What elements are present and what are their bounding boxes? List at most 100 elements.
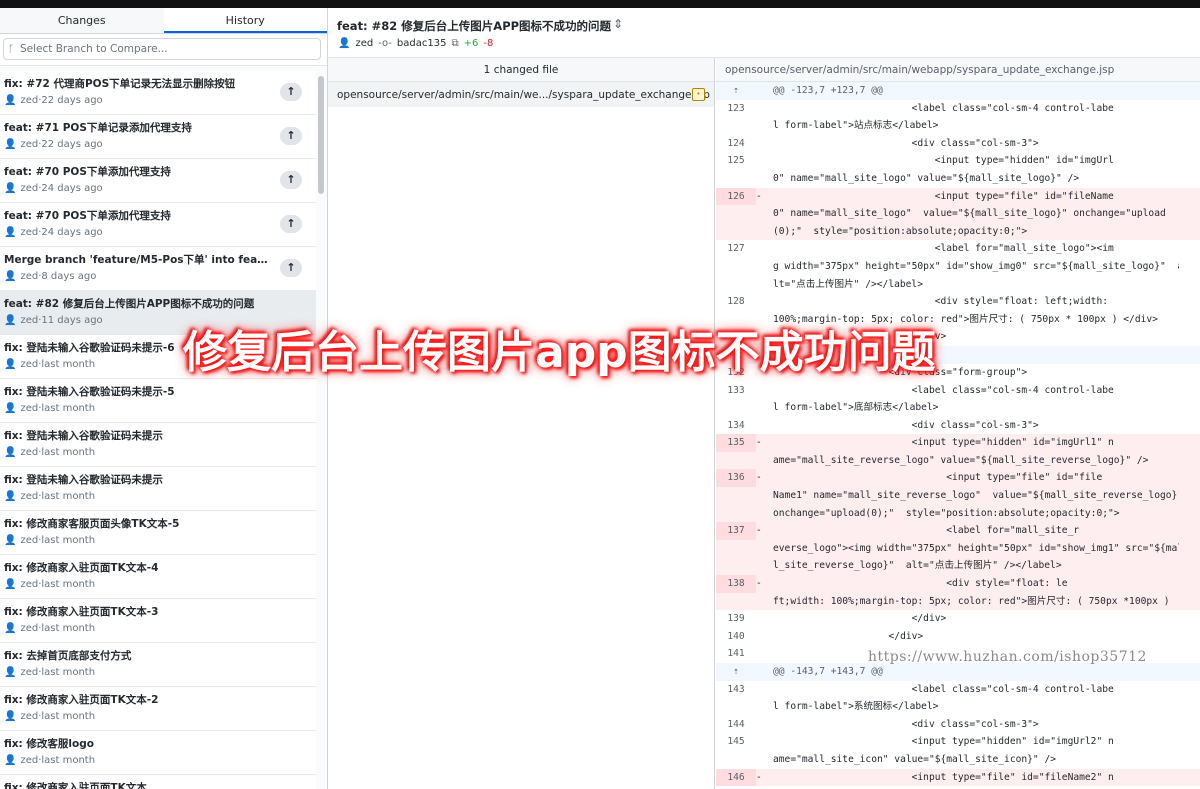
line-number: 146 xyxy=(716,768,756,787)
commit-row[interactable]: fix: 登陆未输入谷歌验证码未提示 👤 zed · last month xyxy=(0,467,316,511)
diff-line-deleted: 0" name="mall_site_logo" value="${mall_s… xyxy=(716,205,1200,223)
commit-row-meta: 👤 zed · 8 days ago xyxy=(4,271,316,282)
diff-gutter xyxy=(1179,610,1199,628)
diff-gutter xyxy=(1179,487,1199,505)
diff-marker xyxy=(756,117,773,135)
commit-row-title: fix: 修改商家入驻页面TK文本-4 xyxy=(4,562,159,574)
commit-row-author: zed xyxy=(20,95,39,106)
copy-icon[interactable]: ⧉ xyxy=(451,38,458,49)
diff-hunk-header: ⇡ @@ -143,7 +143,7 @@ xyxy=(716,663,1200,681)
diff-gutter xyxy=(1179,240,1199,258)
commit-row-meta: 👤 zed · 24 days ago xyxy=(4,183,316,194)
diff-gutter xyxy=(1179,452,1199,470)
diff-marker xyxy=(756,593,773,611)
diff-code: <label class="col-sm-4 control-labe xyxy=(773,102,1114,114)
commit-row-title: feat: #70 POS下单添加代理支持 xyxy=(4,210,171,222)
commit-row-time: 11 days ago xyxy=(41,315,103,326)
commit-row-time: last month xyxy=(41,535,96,546)
diff-line-deleted: 135- <input type="hidden" id="imgUrl1" n xyxy=(716,434,1200,452)
diff-marker: - xyxy=(756,437,762,449)
push-arrow-icon[interactable]: ↑ xyxy=(280,215,302,233)
diff-marker xyxy=(756,505,773,523)
diff-line: 124 <div class="col-sm-3"> xyxy=(716,135,1200,153)
diff-line-deleted: onchange="upload(0);" style="position:ab… xyxy=(716,504,1200,523)
line-number: 128 xyxy=(727,296,745,308)
changed-file-row[interactable]: opensource/server/admin/src/main/we.../s… xyxy=(328,82,714,107)
diff-marker xyxy=(756,399,773,417)
commit-row[interactable]: fix: 修改商家入驻页面TK文本-2 👤 zed · last month xyxy=(0,687,316,731)
commit-icon: -o- xyxy=(378,38,392,49)
commit-row[interactable]: fix: 修改客服logo 👤 zed · last month xyxy=(0,731,316,775)
commit-row[interactable]: fix: 去掉首页底部支付方式 👤 zed · last month xyxy=(0,643,316,687)
diff-line: 143 <label class="col-sm-4 control-labe xyxy=(716,681,1200,699)
diff-gutter xyxy=(1179,117,1199,135)
push-arrow-icon[interactable]: ↑ xyxy=(280,259,302,277)
diff-marker xyxy=(756,100,773,118)
diff-marker xyxy=(756,240,773,258)
commit-row[interactable]: Merge branch 'feature/M5-Pos下单' into fea… xyxy=(0,247,316,291)
diff-code: <div class="col-sm-3"> xyxy=(773,419,1039,431)
expand-hunk-icon[interactable]: ⇡ xyxy=(716,663,756,681)
commit-row-time: last month xyxy=(41,623,96,634)
diff-marker: - xyxy=(756,472,762,484)
expand-hunk-icon[interactable]: ⇡ xyxy=(716,82,756,100)
commit-row[interactable]: fix: 修改商家入驻页面TK文本-4 👤 zed · last month xyxy=(0,555,316,599)
person-icon: 👤 xyxy=(4,315,17,326)
person-icon: 👤 xyxy=(4,183,17,194)
diff-gutter xyxy=(1179,417,1199,435)
person-icon: 👤 xyxy=(4,623,17,634)
branch-compare-input[interactable]: ᚴ Select Branch to Compare... xyxy=(3,38,321,60)
modified-icon: • xyxy=(692,88,705,101)
diff-gutter xyxy=(1179,663,1199,681)
push-arrow-icon[interactable]: ↑ xyxy=(280,83,302,101)
diff-line-deleted: Name1" name="mall_site_reverse_logo" val… xyxy=(716,487,1200,505)
diff-line-deleted: 138- <div style="float: le xyxy=(716,575,1200,593)
diff-gutter xyxy=(1179,575,1199,593)
commit-row[interactable]: feat: #71 POS下单记录添加代理支持 👤 zed · 22 days ag… xyxy=(0,115,316,159)
diff-code: l form-label">系统图标</label> xyxy=(773,701,939,713)
push-arrow-icon[interactable]: ↑ xyxy=(280,127,302,145)
diff-line: l form-label">站点标志</label> xyxy=(716,117,1200,135)
commit-row[interactable]: feat: #70 POS下单添加代理支持 👤 zed · 24 days ago ↑ xyxy=(0,203,316,247)
person-icon: 👤 xyxy=(338,38,351,49)
commit-header: feat: #82 修复后台上传图片APP图标不成功的问题 ⇕ 👤 zed -o… xyxy=(328,8,1200,58)
commit-row-author: zed xyxy=(20,271,39,282)
commit-row[interactable]: fix: 登陆未输入谷歌验证码未提示 👤 zed · last month xyxy=(0,423,316,467)
tab-history[interactable]: History xyxy=(163,8,327,33)
line-number: 139 xyxy=(727,613,745,625)
diff-gutter xyxy=(1179,152,1199,170)
commit-row-meta: 👤 zed · last month xyxy=(4,623,316,634)
diff-viewer: opensource/server/admin/src/main/webapp/… xyxy=(716,58,1200,789)
commit-row[interactable]: feat: #70 POS下单添加代理支持 👤 zed · 24 days ago ↑ xyxy=(0,159,316,203)
diff-gutter xyxy=(1179,681,1199,699)
commit-row-title: fix: 修改商家入驻页面TK文本 xyxy=(4,782,147,789)
line-number: 135 xyxy=(716,434,756,452)
diff-code: <input type="hidden" id="imgUrl1" n xyxy=(773,437,1114,449)
diff-code: <label class="col-sm-4 control-labe xyxy=(773,384,1114,396)
diff-marker xyxy=(756,258,773,276)
line-number: 133 xyxy=(727,384,745,396)
diff-code: </div> xyxy=(773,613,947,625)
expand-icon[interactable]: ⇕ xyxy=(613,17,623,31)
commit-row-meta: 👤 zed · last month xyxy=(4,711,316,722)
line-number: 136 xyxy=(716,469,756,488)
deletions-count: -8 xyxy=(483,38,494,49)
diff-marker xyxy=(756,205,773,223)
commit-row-title: fix: 修改商家入驻页面TK文本-2 xyxy=(4,694,159,706)
commit-list-scrollbar[interactable] xyxy=(318,76,324,194)
commit-row-title: feat: #71 POS下单记录添加代理支持 xyxy=(4,122,192,134)
push-arrow-icon[interactable]: ↑ xyxy=(280,171,302,189)
commit-row[interactable]: fix: 修改商家入驻页面TK文本 xyxy=(0,775,316,789)
commit-row[interactable]: fix: 登陆未输入谷歌验证码未提示-5 👤 zed · last month xyxy=(0,379,316,423)
tab-changes[interactable]: Changes xyxy=(0,8,164,33)
diff-line-deleted: ft;width: 100%;margin-top: 5px; color: r… xyxy=(716,592,1200,611)
commit-row[interactable]: fix: #72 代理商POS下单记录无法显示删除按钮 👤 zed · 22 day… xyxy=(0,71,316,115)
commit-row-time: last month xyxy=(41,447,96,458)
branch-compare-placeholder: Select Branch to Compare... xyxy=(20,43,168,55)
commit-row[interactable]: fix: 修改商家入驻页面TK文本-3 👤 zed · last month xyxy=(0,599,316,643)
diff-line: lt="点击上传图片" /></label> xyxy=(716,276,1200,294)
diff-code: </div> xyxy=(773,630,924,642)
diff-line: 134 <div class="col-sm-3"> xyxy=(716,417,1200,435)
commit-row[interactable]: fix: 修改商家客服页面头像TK文本-5 👤 zed · last month xyxy=(0,511,316,555)
person-icon: 👤 xyxy=(4,535,17,546)
